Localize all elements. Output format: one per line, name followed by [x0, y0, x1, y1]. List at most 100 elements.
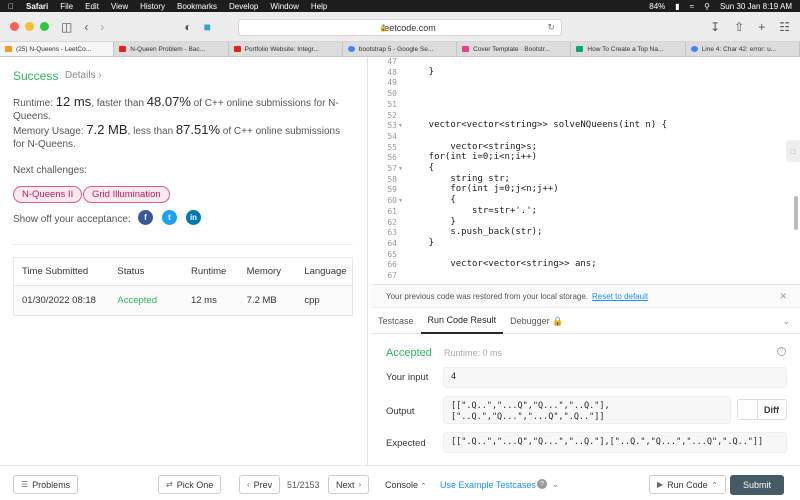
zoom-window-button[interactable] — [40, 22, 49, 31]
code-line[interactable]: { — [407, 195, 455, 205]
facebook-icon[interactable]: f — [138, 210, 153, 225]
problems-button[interactable]: ☰ Problems — [13, 475, 79, 494]
code-line[interactable]: for(int i=0;i<n;i++) — [407, 152, 537, 162]
code-line[interactable]: } — [407, 238, 434, 248]
favicon-icon — [690, 46, 698, 52]
browser-tab[interactable]: Cover Template · Bootstr... — [457, 42, 572, 56]
address-bar[interactable]: 🔒 leetcode.com ↻ — [238, 19, 562, 36]
pick-one-label: Pick One — [176, 479, 214, 490]
diff-toggle[interactable]: Diff — [737, 399, 787, 420]
downloads-icon[interactable]: ↧ — [710, 20, 720, 34]
line-number: 49 — [387, 78, 397, 88]
code-line[interactable]: } — [407, 217, 455, 227]
code-line[interactable]: str=str+'.'; — [407, 206, 537, 216]
browser-tab[interactable]: Line 4: Char 42: error: u... — [686, 42, 800, 56]
line-number: 47 — [387, 57, 397, 66]
search-icon[interactable]: ⚲ — [704, 2, 710, 11]
chevron-down-icon[interactable]: ⌄ — [552, 480, 559, 489]
code-line[interactable]: for(int j=0;j<n;j++) — [407, 184, 558, 194]
new-tab-icon[interactable]: + — [758, 20, 765, 34]
table-row[interactable]: 01/30/2022 08:18 Accepted 12 ms 7.2 MB c… — [14, 286, 352, 315]
table-header-row: Time Submitted Status Runtime Memory Lan… — [14, 258, 352, 286]
lock-icon: 🔒 — [379, 24, 388, 32]
wifi-icon[interactable]: ≈ — [690, 2, 694, 11]
menu-window[interactable]: Window — [270, 2, 298, 11]
shuffle-icon: ⇄ — [166, 480, 173, 489]
details-link[interactable]: Details › — [65, 70, 102, 81]
menu-edit[interactable]: Edit — [85, 2, 99, 11]
challenge-grid-illumination[interactable]: Grid Illumination — [83, 186, 170, 203]
line-number-gutter: 47 48 49 50 51 52 53 ▼ 54 55 56 57 ▼ 58 59 60 ▼ 61 62 63 64 6… — [371, 57, 403, 283]
menu-view[interactable]: View — [111, 2, 128, 11]
menu-help[interactable]: Help — [311, 2, 327, 11]
close-icon[interactable]: ✕ — [779, 291, 787, 302]
tab-label: Portfolio Website: Integr... — [244, 45, 319, 53]
sidebar-toggle-icon[interactable]: ◫ — [61, 20, 72, 34]
tab-testcase[interactable]: Testcase — [371, 309, 421, 334]
help-icon[interactable]: ? — [777, 347, 786, 356]
run-code-button[interactable]: ▶ Run Code ⌃ — [649, 475, 726, 494]
code-line[interactable]: { — [407, 163, 434, 173]
prev-button[interactable]: ‹ Prev — [239, 475, 281, 494]
tab-debugger[interactable]: Debugger 🔒 — [503, 309, 570, 334]
tab-run-code-result[interactable]: Run Code Result — [420, 309, 504, 334]
input-label: Your input — [386, 372, 429, 383]
reload-icon[interactable]: ↻ — [547, 22, 555, 33]
editor-scrollbar[interactable] — [794, 196, 798, 230]
line-number: 63 — [387, 228, 397, 238]
battery-percent: 84% — [649, 1, 666, 11]
linkedin-icon[interactable]: in — [186, 210, 201, 225]
battery-icon[interactable]: ▮ — [675, 2, 679, 11]
tab-overview-icon[interactable]: ☷ — [779, 20, 790, 34]
help-icon[interactable]: ? — [537, 479, 547, 489]
reset-to-default-link[interactable]: Reset to default — [592, 292, 648, 301]
browser-tab[interactable]: bootstrap 5 - Google Se... — [343, 42, 458, 56]
panel-collapse-icon[interactable]: □ — [786, 140, 800, 162]
code-line[interactable]: s.push_back(str); — [407, 227, 542, 237]
code-editor[interactable]: 47 48 49 50 51 52 53 ▼ 54 55 56 57 ▼ 58 59 60 ▼ 61 62 63 64 6… — [371, 57, 800, 283]
browser-tab[interactable]: How To Create a Top Na... — [571, 42, 686, 56]
twitter-icon[interactable]: t — [162, 210, 177, 225]
fold-icon[interactable]: ▼ — [398, 198, 403, 204]
favicon-icon — [462, 46, 470, 52]
menu-bookmarks[interactable]: Bookmarks — [177, 2, 217, 11]
console-toggle[interactable]: Console ⌃ — [385, 480, 426, 490]
use-example-testcases-link[interactable]: Use Example Testcases — [440, 480, 536, 490]
code-line[interactable]: } — [407, 67, 434, 77]
fold-icon[interactable]: ▼ — [398, 123, 403, 129]
close-window-button[interactable] — [10, 22, 19, 31]
challenge-n-queens-ii[interactable]: N-Queens II — [13, 186, 83, 203]
line-number: 60 — [387, 196, 397, 206]
cell-runtime: 12 ms — [190, 295, 217, 306]
menu-safari[interactable]: Safari — [26, 2, 48, 11]
code-line[interactable]: vector<vector<string>> solveNQueens(int … — [407, 120, 667, 130]
pick-one-button[interactable]: ⇄ Pick One — [158, 475, 222, 494]
code-line[interactable]: vector<string>s; — [407, 142, 537, 152]
extension-icon[interactable]: ■ — [204, 20, 211, 34]
menu-develop[interactable]: Develop — [229, 2, 258, 11]
line-number: 66 — [387, 260, 397, 270]
toggle-switch[interactable] — [738, 400, 758, 419]
next-button[interactable]: Next › — [328, 475, 370, 494]
browser-tab[interactable]: (25) N-Queens - LeetCo... — [0, 42, 115, 56]
menu-file[interactable]: File — [60, 2, 73, 11]
back-icon[interactable]: ‹ — [84, 20, 88, 34]
forward-icon[interactable]: › — [100, 20, 104, 34]
cell-status-link[interactable]: Accepted — [109, 295, 183, 306]
cell-language: cpp — [304, 295, 320, 306]
fold-icon[interactable]: ▼ — [398, 166, 403, 172]
browser-tab[interactable]: N-Queen Problem - Bac... — [114, 42, 229, 56]
column-header: Runtime — [190, 266, 227, 277]
menu-history[interactable]: History — [140, 2, 165, 11]
cell-memory: 7.2 MB — [246, 295, 277, 306]
minimize-window-button[interactable] — [25, 22, 34, 31]
share-icon[interactable]: ⇧ — [734, 20, 744, 34]
submit-button[interactable]: Submit — [730, 475, 784, 495]
apple-icon[interactable]:  — [8, 2, 14, 11]
browser-tab[interactable]: Portfolio Website: Integr... — [229, 42, 343, 56]
datetime[interactable]: Sun 30 Jan 8:19 AM — [720, 2, 792, 11]
code-line[interactable]: vector<vector<string>> ans; — [407, 259, 596, 269]
code-line[interactable]: string str; — [407, 174, 510, 184]
privacy-shield-icon[interactable]: ◐ — [184, 20, 191, 34]
chevron-down-icon[interactable]: ⌄ — [782, 316, 790, 327]
